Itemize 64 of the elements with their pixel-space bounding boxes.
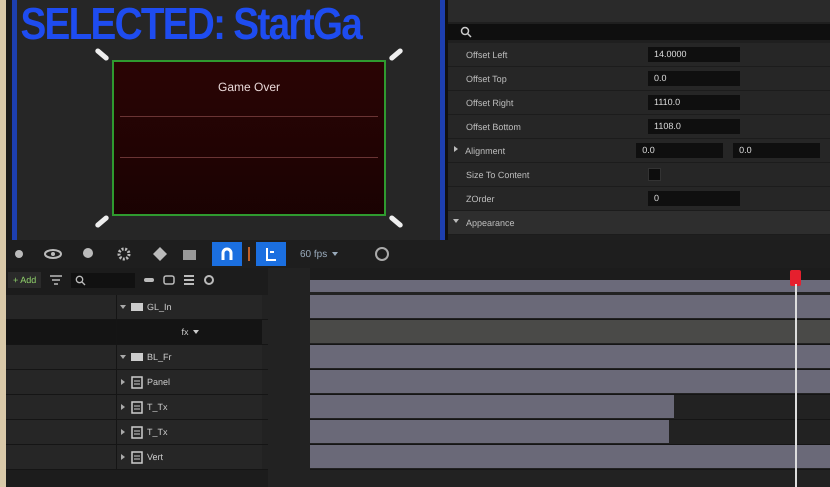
expand-arrow-icon[interactable] bbox=[452, 217, 460, 225]
search-icon bbox=[75, 274, 86, 286]
track-name: GL_In bbox=[147, 302, 172, 312]
add-track-button[interactable]: + Add bbox=[8, 272, 42, 288]
diamond-icon[interactable] bbox=[152, 246, 168, 262]
caret-icon[interactable] bbox=[192, 328, 200, 336]
property-label: ZOrder bbox=[466, 194, 496, 204]
track-name: BL_Fr bbox=[147, 352, 172, 362]
property-label: Offset Top bbox=[466, 74, 508, 84]
widget-icon bbox=[130, 350, 144, 364]
property-label: Offset Right bbox=[466, 98, 514, 108]
checkbox[interactable] bbox=[648, 168, 661, 181]
expand-arrow-icon[interactable] bbox=[119, 303, 127, 311]
fps-dropdown[interactable]: 60 fps bbox=[300, 248, 328, 260]
track-name: Vert bbox=[147, 452, 164, 462]
track-row[interactable]: T_Tx bbox=[6, 420, 268, 445]
track-name: T_Tx bbox=[147, 402, 168, 412]
track-row[interactable]: T_Tx bbox=[6, 395, 268, 420]
value-field[interactable]: 1110.0 bbox=[648, 95, 740, 110]
property-label: Size To Content bbox=[466, 170, 530, 180]
function-dropdown[interactable]: fx bbox=[181, 327, 188, 337]
track-name: T_Tx bbox=[147, 427, 168, 437]
value-field[interactable]: 1108.0 bbox=[648, 119, 740, 134]
frame-snap-button[interactable] bbox=[256, 242, 286, 266]
track-row[interactable]: fx bbox=[6, 320, 268, 345]
expand-arrow-icon[interactable] bbox=[119, 428, 127, 436]
property-label: Offset Left bbox=[466, 50, 508, 60]
widget-heading: Game Over bbox=[216, 80, 281, 94]
selection-title: SELECTED: StartGa bbox=[19, 0, 363, 48]
value-field[interactable]: 0.0 bbox=[733, 143, 820, 158]
widget-icon bbox=[130, 300, 144, 314]
expand-arrow-icon[interactable] bbox=[452, 145, 460, 153]
gear-icon[interactable] bbox=[203, 274, 216, 286]
expand-arrow-icon[interactable] bbox=[119, 453, 127, 461]
value-field[interactable]: 0.0 bbox=[636, 143, 724, 158]
search-field[interactable] bbox=[448, 24, 830, 40]
track-row[interactable]: BL_Fr bbox=[6, 345, 268, 370]
snap-button[interactable] bbox=[212, 242, 242, 266]
image-icon bbox=[130, 400, 144, 414]
track-row[interactable]: Vert bbox=[6, 445, 268, 470]
value-field[interactable]: 0.0 bbox=[648, 71, 740, 86]
property-label: Appearance bbox=[466, 218, 516, 228]
track-name: Panel bbox=[147, 377, 170, 387]
image-icon bbox=[130, 426, 144, 438]
filter-icon[interactable] bbox=[49, 274, 64, 286]
magnet-icon bbox=[220, 247, 234, 261]
image-icon bbox=[130, 450, 144, 464]
property-label: Alignment bbox=[465, 146, 506, 156]
search-icon bbox=[460, 26, 472, 38]
frame-icon bbox=[264, 247, 278, 261]
value-field[interactable]: 14.0000 bbox=[648, 47, 740, 62]
track-row[interactable]: Panel bbox=[6, 370, 268, 395]
time-ruler[interactable] bbox=[310, 268, 830, 292]
property-label: Offset Bottom bbox=[466, 122, 522, 132]
playhead-handle[interactable] bbox=[790, 270, 801, 286]
expand-arrow-icon[interactable] bbox=[119, 353, 127, 361]
image-icon bbox=[130, 376, 144, 388]
track-row[interactable]: GL_In bbox=[6, 295, 268, 320]
caret-icon[interactable] bbox=[331, 251, 340, 257]
value-field[interactable]: 0 bbox=[648, 191, 740, 206]
search-field[interactable] bbox=[71, 272, 136, 288]
expand-arrow-icon[interactable] bbox=[119, 403, 127, 411]
expand-arrow-icon[interactable] bbox=[119, 378, 127, 386]
list-icon[interactable] bbox=[183, 274, 196, 286]
